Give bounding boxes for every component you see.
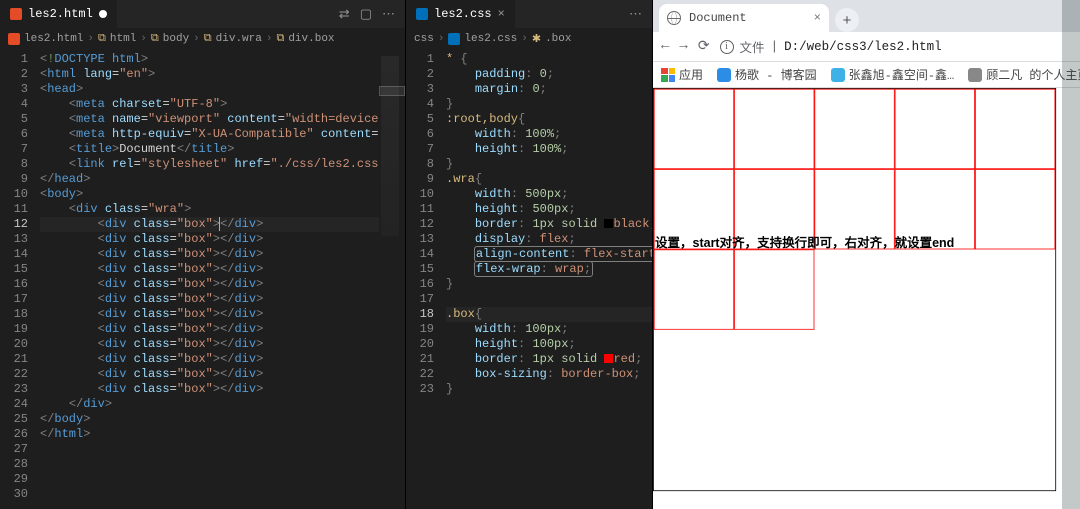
box [975,89,1055,169]
address-bar[interactable]: i 文件 | D:/web/css3/les2.html [720,37,1080,56]
breadcrumb-left[interactable]: les2.html› ⧉html› ⧉body› ⧉div.wra› ⧉div.… [0,28,405,50]
crumb[interactable]: body [163,33,189,45]
bookmark-link[interactable]: 应用 [661,66,703,83]
box [734,249,814,329]
editor-group-actions-mid: ⋯ [619,7,652,22]
bookmark-link[interactable]: 杨歌 - 博客园 [717,66,817,83]
browser-tab-title: Document [689,11,747,25]
code-area-html[interactable]: 1234567891011121314151617181920212223242… [0,50,405,509]
close-icon[interactable]: × [814,11,821,25]
forward-button[interactable]: → [679,38,687,55]
box [734,89,814,169]
crumb[interactable]: les2.css [464,33,517,45]
new-tab-button[interactable]: + [835,8,859,32]
crumb[interactable]: les2.html [24,33,83,45]
editor-pane-css: les2.css × ⋯ css› les2.css› ✱.box 123456… [406,0,653,509]
crumb[interactable]: html [110,33,136,45]
tab-bar-left: les2.html ⇄ ▢ ⋯ [0,0,405,28]
addr-sep: | [771,40,779,54]
html-file-icon [8,33,20,45]
compare-icon[interactable]: ⇄ [339,7,350,22]
minimap[interactable] [379,50,405,509]
code[interactable]: <!DOCTYPE html><html lang="en"><head> <m… [36,50,379,509]
back-button[interactable]: ← [661,38,669,55]
crumb[interactable]: .box [545,33,571,45]
bookmark-link[interactable]: 张鑫旭-鑫空间-鑫… [831,66,955,83]
more-icon[interactable]: ⋯ [629,7,642,22]
tab-bar-mid: les2.css × ⋯ [406,0,652,28]
crumb[interactable]: div.box [288,33,334,45]
crumb[interactable]: css [414,33,434,45]
css-file-icon [416,8,428,20]
editor-pane-html: les2.html ⇄ ▢ ⋯ les2.html› ⧉html› ⧉body›… [0,0,406,509]
code-area-css[interactable]: 1234567891011121314151617181920212223 * … [406,50,652,509]
browser-chrome: Document × + ← → ⟳ i 文件 | D:/web/css3/le… [653,0,1080,88]
wra-container [653,88,1056,491]
tab-label: les2.html [28,7,93,21]
tab-label: les2.css [434,7,492,21]
site-info-icon[interactable]: i [720,40,734,54]
page-viewport[interactable]: 设置，start对齐，支持换行即可，右对齐，就设置end [653,88,1080,509]
browser-toolbar: ← → ⟳ i 文件 | D:/web/css3/les2.html [653,32,1080,62]
crumb[interactable]: div.wra [216,33,262,45]
split-icon[interactable]: ▢ [360,7,372,22]
addr-path: D:/web/css3/les2.html [784,40,942,54]
box [654,89,734,169]
gutter[interactable]: 1234567891011121314151617181920212223242… [0,50,36,509]
box [975,169,1055,249]
browser-tab[interactable]: Document × [659,4,829,32]
editor-group-actions-left: ⇄ ▢ ⋯ [329,7,405,22]
browser-tab-row: Document × + [653,0,1080,32]
right-edge-strip [1062,0,1080,509]
box [814,89,894,169]
html-file-icon [10,8,22,20]
annotation-text: 设置，start对齐，支持换行即可，右对齐，就设置end [655,232,954,251]
breadcrumb-mid[interactable]: css› les2.css› ✱.box [406,28,652,50]
gutter[interactable]: 1234567891011121314151617181920212223 [406,50,442,509]
css-file-icon [448,33,460,45]
bookmarks-bar: 应用杨歌 - 博客园张鑫旭-鑫空间-鑫…顾二凡 的个人主页…腾 [653,62,1080,88]
box [654,249,734,329]
browser-pane: Document × + ← → ⟳ i 文件 | D:/web/css3/le… [653,0,1080,509]
addr-scheme: 文件 [740,37,765,56]
close-icon[interactable]: × [498,7,505,21]
globe-icon [667,11,681,25]
dirty-dot-icon [99,10,107,18]
box [895,89,975,169]
more-icon[interactable]: ⋯ [382,7,395,22]
code[interactable]: * { padding: 0; margin: 0;}:root,body{ w… [442,50,652,509]
tab-les2-html[interactable]: les2.html [0,0,117,28]
reload-button[interactable]: ⟳ [698,38,710,55]
tab-les2-css[interactable]: les2.css × [406,0,515,28]
